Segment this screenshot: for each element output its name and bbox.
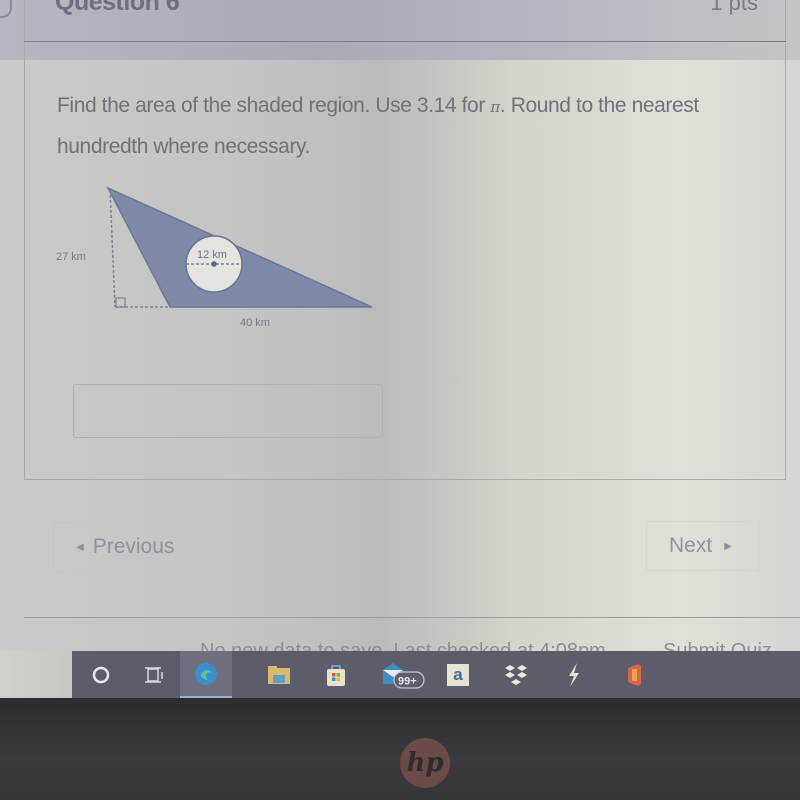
folder-icon (268, 665, 290, 684)
footer-divider (24, 617, 800, 618)
next-arrow-icon: ▶ (724, 540, 732, 552)
height-label: 27 km (56, 251, 86, 263)
height-dashed-line (109, 189, 116, 308)
previous-button[interactable]: ◀ Previous (53, 522, 201, 572)
hp-logo: hp (400, 738, 450, 788)
edge-browser-icon (195, 662, 217, 685)
taskbar: 99+ a (72, 651, 800, 698)
laptop-bezel (0, 698, 800, 800)
desktop-left-area (0, 651, 72, 698)
question-points: 1 pts (710, 0, 758, 15)
circle-center (211, 261, 217, 267)
amazon-icon: a (447, 663, 469, 686)
next-label: Next (669, 534, 713, 557)
taskbar-store[interactable] (312, 651, 360, 698)
diameter-label: 12 km (197, 249, 227, 261)
cortana-circle-icon (92, 666, 110, 683)
question-title: Question 6 (55, 0, 180, 16)
right-angle-marker (115, 297, 126, 308)
mail-icon: 99+ (383, 662, 425, 689)
geometry-figure: 27 km 12 km 40 km (56, 186, 373, 329)
base-label: 40 km (240, 317, 270, 329)
store-bag-icon (327, 664, 345, 686)
question-prompt: Find the area of the shaded region. Use … (57, 86, 757, 167)
office-icon (628, 663, 641, 686)
taskbar-edge[interactable] (180, 651, 232, 698)
taskbar-office[interactable] (610, 651, 658, 698)
taskbar-search[interactable] (77, 651, 125, 698)
prompt-text-1: Find the area of the shaded region. Use … (57, 94, 491, 117)
mail-badge-count: 99+ (398, 675, 417, 687)
pi-symbol: π (490, 98, 500, 116)
shaded-triangle (106, 186, 373, 308)
task-view-icon (145, 666, 163, 683)
taskbar-task-view[interactable] (130, 651, 178, 698)
previous-label: Previous (92, 535, 175, 558)
answer-input[interactable] (73, 384, 383, 438)
taskbar-mail[interactable]: 99+ (375, 651, 433, 698)
taskbar-bolt-app[interactable] (550, 651, 598, 698)
dropbox-icon (505, 664, 527, 685)
taskbar-file-explorer[interactable] (255, 651, 303, 698)
next-button[interactable]: Next ▶ (646, 521, 760, 571)
previous-arrow-icon: ◀ (76, 541, 84, 553)
taskbar-amazon[interactable]: a (434, 651, 482, 698)
bolt-icon (569, 662, 579, 687)
taskbar-dropbox[interactable] (492, 651, 540, 698)
